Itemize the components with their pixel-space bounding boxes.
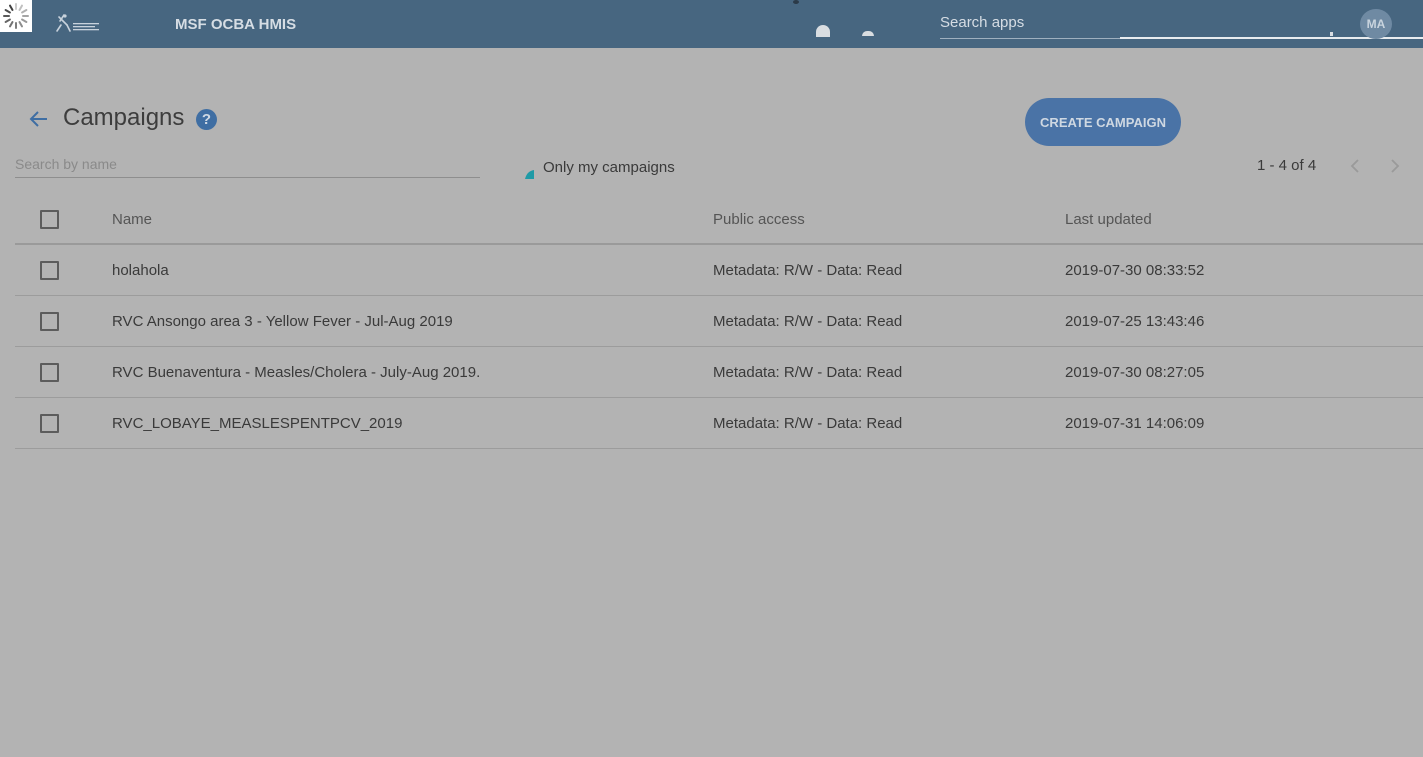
user-avatar[interactable]: MA [1360,9,1392,39]
only-my-campaigns-label[interactable]: Only my campaigns [543,159,675,176]
spinner-spoke [15,22,17,29]
spinner-spoke [3,15,10,17]
campaign-public-access: Metadata: R/W - Data: Read [713,313,903,330]
campaign-name: RVC Buenaventura - Measles/Cholera - Jul… [112,364,481,381]
page-title: Campaigns [63,104,185,131]
row-checkbox[interactable] [40,363,59,382]
search-apps-underline [940,38,1120,39]
campaign-name: RVC_LOBAYE_MEASLESPENTPCV_2019 [112,415,403,432]
campaign-public-access: Metadata: R/W - Data: Read [713,415,903,432]
spinner-spoke [18,20,24,28]
column-header-public-access[interactable]: Public access [713,211,805,228]
campaigns-table: Name Public access Last updated holahola… [15,194,1423,449]
back-arrow-icon[interactable] [28,108,50,130]
row-checkbox[interactable] [40,414,59,433]
table-row[interactable]: RVC Buenaventura - Measles/Cholera - Jul… [15,347,1423,398]
chevron-left-icon[interactable] [1346,156,1364,176]
campaign-last-updated: 2019-07-30 08:33:52 [1065,262,1205,279]
apps-menu-icon[interactable] [816,25,830,37]
table-row[interactable]: holahola Metadata: R/W - Data: Read 2019… [15,245,1423,296]
campaign-last-updated: 2019-07-31 14:06:09 [1065,415,1205,432]
spinner-spoke [22,15,29,17]
chevron-right-icon[interactable] [1386,156,1404,176]
table-row[interactable]: RVC_LOBAYE_MEASLESPENTPCV_2019 Metadata:… [15,398,1423,449]
create-campaign-button[interactable]: CREATE CAMPAIGN [1025,98,1181,146]
progress-tick-icon [1330,32,1333,36]
table-row[interactable]: RVC Ansongo area 3 - Yellow Fever - Jul-… [15,296,1423,347]
campaign-last-updated: 2019-07-25 13:43:46 [1065,313,1205,330]
loading-spinner-icon [0,0,32,32]
spinner-spoke [20,18,28,24]
campaign-name: RVC Ansongo area 3 - Yellow Fever - Jul-… [112,313,453,330]
search-by-name-input[interactable] [15,150,480,178]
loading-dot-icon [793,0,799,4]
campaign-public-access: Metadata: R/W - Data: Read [713,364,903,381]
page: MSF OCBA HMIS Search apps MA Campaigns ?… [0,0,1423,757]
spinner-spoke [20,8,28,14]
select-all-checkbox[interactable] [40,210,59,229]
spinner-spoke [8,20,14,28]
only-mine-toggle-icon[interactable] [525,170,534,179]
spinner-spoke [15,3,17,10]
app-title: MSF OCBA HMIS [175,16,297,33]
notifications-icon[interactable] [862,31,874,36]
help-icon[interactable]: ? [196,109,217,130]
pagination-range: 1 - 4 of 4 [1257,157,1317,174]
column-header-name[interactable]: Name [112,211,152,228]
campaign-public-access: Metadata: R/W - Data: Read [713,262,903,279]
column-header-last-updated[interactable]: Last updated [1065,211,1152,228]
campaign-name: holahola [112,262,169,279]
row-checkbox[interactable] [40,312,59,331]
table-header-row: Name Public access Last updated [15,194,1423,245]
msf-logo-icon [56,14,99,32]
campaign-last-updated: 2019-07-30 08:27:05 [1065,364,1205,381]
row-checkbox[interactable] [40,261,59,280]
search-apps-input[interactable]: Search apps [940,14,1024,31]
top-header-bar: MSF OCBA HMIS Search apps MA [0,0,1423,48]
